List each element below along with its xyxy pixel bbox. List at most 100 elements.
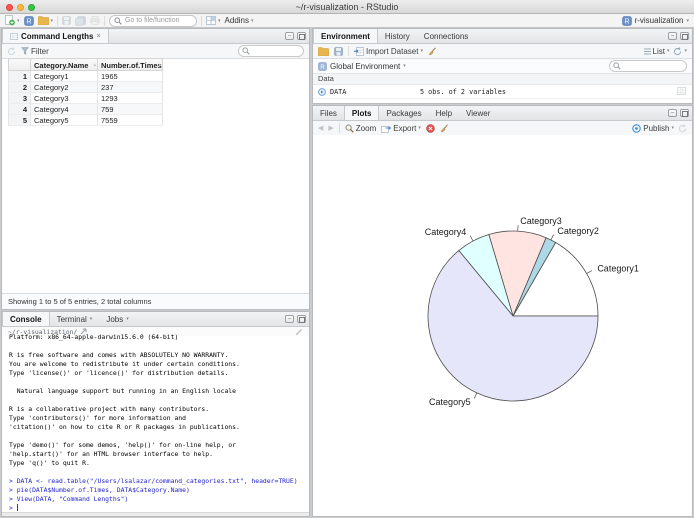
object-summary: 5 obs. of 2 variables xyxy=(420,87,506,96)
filter-button[interactable]: Filter xyxy=(21,45,49,57)
toolbar-separator xyxy=(104,15,106,26)
load-workspace-button[interactable] xyxy=(318,45,329,57)
column-header-number-of-times[interactable]: Number.of.Times ▴ xyxy=(98,58,163,71)
chevron-down-icon: ▾ xyxy=(126,316,129,322)
tab-label: Jobs xyxy=(106,314,124,324)
pie-label: Category5 xyxy=(429,397,471,407)
svg-text:R: R xyxy=(320,65,325,71)
tab-command-lengths[interactable]: Command Lengths × xyxy=(2,29,109,43)
table-row[interactable]: 5 Category5 7559 xyxy=(8,115,163,126)
project-menu-button[interactable]: R r-visualization ▾ xyxy=(621,15,689,26)
forward-icon[interactable]: ▶ xyxy=(328,124,333,132)
new-file-button[interactable]: ▾ xyxy=(5,15,20,27)
maximize-pane-button[interactable] xyxy=(680,108,689,117)
broom-icon xyxy=(440,123,448,132)
environment-object-row[interactable]: DATA 5 obs. of 2 variables xyxy=(313,85,692,99)
tab-jobs[interactable]: Jobs ▾ xyxy=(99,312,135,326)
search-icon xyxy=(613,62,621,70)
save-workspace-button[interactable] xyxy=(334,45,343,57)
r-environment-icon: R xyxy=(318,61,327,71)
expand-object-icon[interactable] xyxy=(318,87,326,96)
open-file-button[interactable]: ▾ xyxy=(37,15,53,27)
maximize-pane-button[interactable] xyxy=(297,314,306,323)
save-all-button[interactable] xyxy=(75,15,86,27)
tab-viewer[interactable]: Viewer xyxy=(459,106,497,120)
refresh-environment-button[interactable]: ▾ xyxy=(673,45,687,57)
table-search-input[interactable] xyxy=(238,45,304,57)
window-minimize-button[interactable] xyxy=(17,3,24,11)
column-header-category-name[interactable]: Category.Name ▴ xyxy=(31,58,98,71)
minimize-pane-button[interactable]: – xyxy=(668,108,677,117)
chevron-down-icon: ▾ xyxy=(418,125,421,131)
print-button[interactable] xyxy=(90,15,100,27)
tab-environment[interactable]: Environment xyxy=(313,29,378,43)
table-icon xyxy=(10,32,18,40)
tab-history[interactable]: History xyxy=(378,29,417,43)
environment-scope-button[interactable]: Global Environment xyxy=(330,62,400,71)
maximize-icon xyxy=(681,110,688,117)
table-cell: Category3 xyxy=(31,93,98,104)
export-plot-button[interactable]: Export ▾ xyxy=(381,122,421,134)
back-icon[interactable]: ◀ xyxy=(318,124,323,132)
tab-packages[interactable]: Packages xyxy=(379,106,428,120)
save-all-icon xyxy=(75,15,86,26)
minimize-pane-button[interactable]: – xyxy=(285,31,294,40)
pie-chart: Category1 Category2Category3 Category4 Cate… xyxy=(425,216,639,407)
console-output-line: R is a collaborative project with many c… xyxy=(9,405,210,413)
tab-files[interactable]: Files xyxy=(313,106,344,120)
environment-search-input[interactable] xyxy=(609,60,687,72)
refresh-plot-button[interactable] xyxy=(678,122,687,134)
table-cell: Category4 xyxy=(31,104,98,115)
pane-layout-button[interactable]: ▾ xyxy=(206,15,221,27)
minimize-pane-button[interactable]: – xyxy=(668,31,677,40)
pie-label: Category4 xyxy=(425,227,467,237)
horizontal-scrollbar[interactable] xyxy=(2,512,309,516)
filter-label: Filter xyxy=(31,46,49,56)
publish-icon xyxy=(632,123,641,133)
minimize-pane-button[interactable]: – xyxy=(285,314,294,323)
import-dataset-icon xyxy=(354,46,364,56)
remove-plot-button[interactable] xyxy=(426,122,435,134)
console-output[interactable]: Platform: x86_64-apple-darwin15.6.0 (64-… xyxy=(2,333,309,513)
refresh-button[interactable] xyxy=(7,45,16,57)
pie-label-leader-line xyxy=(469,235,474,242)
chevron-down-icon: ▾ xyxy=(89,316,93,322)
new-project-button[interactable]: R xyxy=(23,15,34,27)
table-cell: Category5 xyxy=(31,115,98,126)
clear-objects-button[interactable] xyxy=(428,45,437,57)
console-output-line: You are welcome to redistribute it under… xyxy=(9,360,240,368)
maximize-pane-button[interactable] xyxy=(297,31,306,40)
toolbar-separator xyxy=(338,123,340,133)
save-button[interactable] xyxy=(62,15,71,27)
import-dataset-button[interactable]: Import Dataset ▾ xyxy=(354,45,423,57)
tab-console[interactable]: Console xyxy=(2,312,50,326)
tab-connections[interactable]: Connections xyxy=(417,29,475,43)
list-view-button[interactable]: List ▾ xyxy=(643,45,669,57)
row-number-header[interactable] xyxy=(8,58,31,71)
zoom-plot-button[interactable]: Zoom xyxy=(345,122,376,134)
sort-icon: ▴ xyxy=(158,62,161,68)
clear-plots-button[interactable] xyxy=(440,122,449,134)
close-icon[interactable]: × xyxy=(96,33,100,40)
window-zoom-button[interactable] xyxy=(28,3,35,11)
plot-area: Category1 Category2 Category3 Category4 Cate… xyxy=(313,135,692,516)
table-row[interactable]: 3 Category3 1293 xyxy=(8,93,163,104)
publish-button[interactable]: Publish ▾ xyxy=(632,122,674,134)
table-row[interactable]: 4 Category4 759 xyxy=(8,104,163,115)
tab-plots[interactable]: Plots xyxy=(343,106,380,120)
maximize-icon xyxy=(298,33,305,40)
window-close-button[interactable] xyxy=(6,3,13,11)
goto-file-input[interactable]: Go to file/function xyxy=(109,14,198,27)
view-object-button[interactable] xyxy=(677,87,686,97)
table-row[interactable]: 1 Category1 1965 xyxy=(8,71,163,82)
publish-label: Publish xyxy=(643,123,670,133)
window-title: ~/r-visualization - RStudio xyxy=(295,2,399,12)
addins-button[interactable]: Addins ▾ xyxy=(225,15,254,27)
tab-help[interactable]: Help xyxy=(429,106,459,120)
maximize-pane-button[interactable] xyxy=(680,31,689,40)
export-label: Export xyxy=(393,123,417,133)
tab-terminal[interactable]: Terminal ▾ xyxy=(50,312,100,326)
table-row[interactable]: 2 Category2 237 xyxy=(8,82,163,93)
